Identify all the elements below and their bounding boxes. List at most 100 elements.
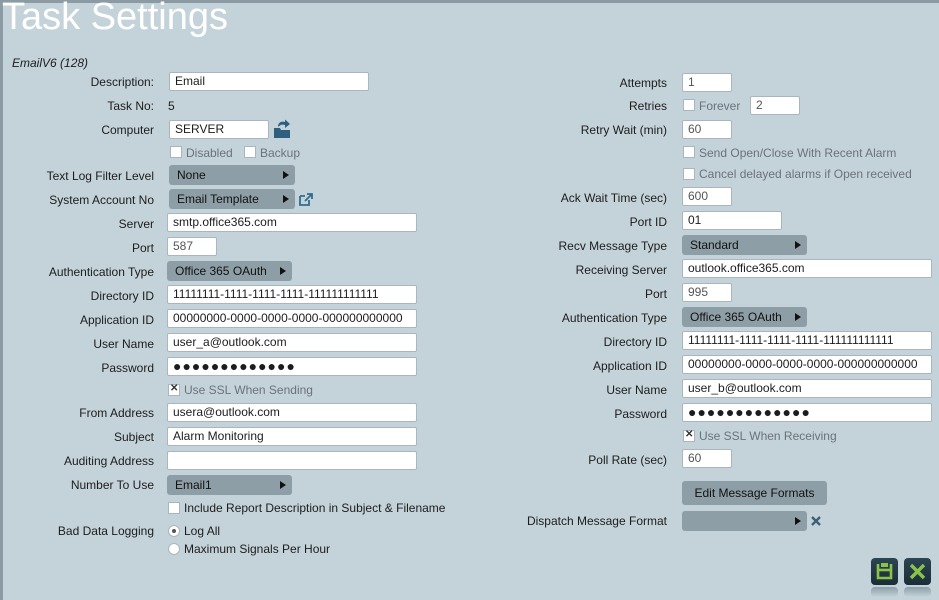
auth-type-value: Office 365 OAuth (175, 264, 267, 278)
recv-directory-id-input[interactable]: 11111111-1111-1111-1111-111111111111 (682, 331, 932, 350)
chevron-right-icon (280, 481, 286, 489)
close-icon (909, 563, 926, 580)
directory-id-input[interactable]: 11111111-1111-1111-1111-111111111111 (167, 285, 417, 304)
retries-label: Retries (628, 99, 667, 113)
disabled-checkbox[interactable] (170, 146, 182, 158)
max-signals-label: Maximum Signals Per Hour (184, 542, 331, 556)
use-ssl-receiving-checkbox[interactable] (683, 429, 695, 442)
retry-wait-input[interactable]: 60 (682, 120, 732, 139)
external-link-icon[interactable] (298, 192, 314, 207)
edit-message-formats-button[interactable]: Edit Message Formats (682, 481, 827, 505)
system-account-label: System Account No (49, 193, 154, 207)
auth-type-label: Authentication Type (48, 265, 154, 279)
application-id-input[interactable]: 00000000-0000-0000-0000-000000000000 (167, 309, 417, 328)
system-account-dropdown[interactable]: Email Template (169, 189, 295, 209)
disabled-label: Disabled (186, 146, 233, 160)
recv-password-input[interactable]: ●●●●●●●●●●●●● (682, 403, 932, 422)
save-icon (876, 563, 893, 580)
max-signals-radio[interactable] (168, 543, 180, 555)
poll-rate-input[interactable]: 60 (682, 449, 732, 468)
send-open-close-checkbox[interactable] (683, 146, 695, 158)
user-name-input[interactable]: user_a@outlook.com (167, 333, 417, 352)
save-button[interactable] (871, 558, 898, 585)
number-to-use-value: Email1 (175, 478, 212, 492)
recv-msg-type-label: Recv Message Type (558, 239, 668, 253)
recv-auth-type-value: Office 365 OAuth (690, 310, 782, 324)
save-button-reflection (871, 587, 898, 597)
bad-data-logging-label: Bad Data Logging (57, 524, 154, 538)
system-account-value: Email Template (177, 192, 259, 206)
retry-wait-label: Retry Wait (min) (580, 123, 667, 137)
from-address-label: From Address (79, 406, 154, 420)
subject-input[interactable]: Alarm Monitoring (167, 427, 417, 446)
use-ssl-sending-checkbox[interactable] (168, 383, 180, 396)
chevron-right-icon (283, 195, 289, 203)
recv-password-label: Password (614, 407, 667, 421)
recv-application-id-label: Application ID (592, 359, 667, 373)
page-title: Task Settings (2, 0, 228, 38)
clear-icon[interactable] (810, 515, 822, 527)
password-label: Password (101, 361, 154, 375)
recv-port-label: Port (644, 287, 667, 301)
receiving-server-input[interactable]: outlook.office365.com (682, 259, 932, 278)
backup-checkbox[interactable] (244, 146, 256, 158)
forever-checkbox[interactable] (683, 99, 695, 111)
include-report-checkbox[interactable] (168, 502, 180, 514)
application-id-label: Application ID (79, 313, 154, 327)
port-input[interactable]: 587 (167, 237, 217, 256)
cancel-button[interactable] (904, 558, 931, 585)
cancel-delayed-checkbox[interactable] (683, 168, 695, 180)
port-label: Port (131, 241, 154, 255)
recv-application-id-input[interactable]: 00000000-0000-0000-0000-000000000000 (682, 355, 932, 374)
use-ssl-sending-label: Use SSL When Sending (184, 383, 313, 397)
recv-user-name-input[interactable]: user_b@outlook.com (682, 379, 932, 398)
task-no-value: 5 (168, 99, 175, 113)
recv-user-name-label: User Name (606, 383, 667, 397)
description-label: Description: (90, 75, 154, 89)
subject-label: Subject (113, 430, 154, 444)
recv-auth-type-label: Authentication Type (561, 311, 667, 325)
text-log-filter-value: None (177, 168, 206, 182)
include-report-label: Include Report Description in Subject & … (184, 501, 446, 515)
server-input[interactable]: smtp.office365.com (167, 213, 417, 232)
server-label: Server (118, 217, 154, 231)
computer-label: Computer (101, 123, 154, 137)
folder-arrow-icon[interactable] (272, 118, 292, 140)
retries-input[interactable]: 2 (750, 96, 800, 115)
user-name-label: User Name (93, 337, 154, 351)
recv-auth-type-dropdown[interactable]: Office 365 OAuth (682, 307, 807, 327)
cancel-button-reflection (904, 587, 931, 597)
receiving-server-label: Receiving Server (575, 263, 667, 277)
dispatch-format-dropdown[interactable] (682, 511, 807, 531)
chevron-right-icon (795, 241, 801, 249)
text-log-filter-dropdown[interactable]: None (169, 165, 295, 185)
attempts-label: Attempts (619, 76, 667, 90)
send-open-close-label: Send Open/Close With Recent Alarm (699, 146, 897, 160)
description-input[interactable]: Email (169, 72, 369, 91)
task-no-label: Task No: (107, 99, 154, 113)
auditing-address-input[interactable] (167, 451, 417, 470)
from-address-input[interactable]: usera@outlook.com (167, 403, 417, 422)
auth-type-dropdown[interactable]: Office 365 OAuth (167, 261, 292, 281)
directory-id-label: Directory ID (90, 289, 154, 303)
chevron-right-icon (795, 517, 801, 525)
recv-port-input[interactable]: 995 (682, 283, 732, 302)
use-ssl-receiving-label: Use SSL When Receiving (699, 429, 837, 443)
attempts-input[interactable]: 1 (682, 73, 732, 92)
number-to-use-label: Number To Use (70, 478, 154, 492)
recv-msg-type-value: Standard (690, 238, 739, 252)
recv-directory-id-label: Directory ID (603, 335, 667, 349)
task-type: EmailV6 (128) (12, 56, 89, 70)
computer-input[interactable]: SERVER (169, 120, 269, 139)
password-input[interactable]: ●●●●●●●●●●●●● (167, 357, 417, 376)
ack-wait-input[interactable]: 600 (682, 187, 732, 206)
log-all-radio[interactable] (168, 525, 180, 537)
auditing-address-label: Auditing Address (63, 454, 154, 468)
log-all-label: Log All (184, 524, 221, 538)
port-id-input[interactable]: 01 (682, 211, 782, 230)
poll-rate-label: Poll Rate (sec) (588, 453, 667, 467)
ack-wait-label: Ack Wait Time (sec) (560, 191, 667, 205)
number-to-use-dropdown[interactable]: Email1 (167, 475, 292, 495)
backup-label: Backup (260, 146, 301, 160)
recv-msg-type-dropdown[interactable]: Standard (682, 235, 807, 255)
